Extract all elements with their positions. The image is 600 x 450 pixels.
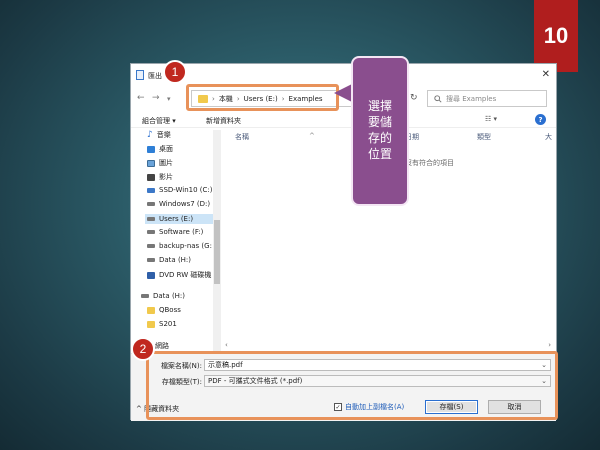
nav-item-data-h-2[interactable]: Data (H:) [141, 292, 185, 300]
desktop-icon [147, 145, 155, 153]
nav-item-data-h[interactable]: Data (H:) [147, 256, 191, 264]
app-icon [136, 70, 144, 80]
sort-indicator-icon: ^ [309, 132, 315, 140]
save-options-highlight-box [146, 351, 558, 420]
folder-icon [147, 306, 155, 314]
refresh-icon[interactable]: ↻ [410, 93, 418, 103]
drive-icon [141, 294, 149, 298]
scroll-right-icon[interactable]: › [548, 341, 551, 349]
drive-icon [147, 258, 155, 262]
search-input[interactable]: 搜尋 Examples [427, 90, 547, 107]
dvd-icon [147, 271, 155, 279]
horizontal-scrollbar[interactable]: ‹ › [223, 341, 553, 350]
instruction-bubble: 選擇要儲存的位置 [351, 56, 409, 206]
close-icon[interactable]: ✕ [542, 69, 550, 80]
slide-number: 10 [534, 0, 578, 72]
drive-icon [147, 217, 155, 221]
forward-arrow-icon[interactable]: → [152, 93, 160, 103]
recent-chevron-icon[interactable]: ▾ [167, 95, 171, 103]
nav-item-pictures[interactable]: 圖片 [147, 158, 173, 168]
nav-item-backup-nas-g[interactable]: backup-nas (G: [147, 242, 212, 250]
address-highlight-box [186, 84, 339, 111]
nav-item-s201[interactable]: S201 [147, 320, 177, 328]
bubble-tail [334, 84, 352, 102]
bubble-text: 選擇要儲存的位置 [367, 99, 392, 161]
nav-item-videos[interactable]: 影片 [147, 172, 173, 182]
empty-message: 沒有符合的項目 [405, 159, 454, 167]
nav-scrollbar[interactable] [213, 130, 221, 355]
pictures-icon [147, 159, 155, 167]
nav-item-qboss[interactable]: QBoss [147, 306, 181, 314]
step-badge-1: 1 [163, 60, 187, 84]
nav-item-desktop[interactable]: 桌面 [147, 144, 173, 154]
video-icon [147, 173, 155, 181]
dialog-title: 匯出 [148, 72, 162, 80]
scroll-left-icon[interactable]: ‹ [225, 341, 228, 349]
nav-item-windows7-d[interactable]: Windows7 (D:) [147, 200, 210, 208]
chevron-up-icon: ^ [136, 405, 142, 413]
network-drive-icon [147, 244, 155, 248]
drive-icon [147, 230, 155, 234]
nav-item-software-f[interactable]: Software (F:) [147, 228, 203, 236]
column-header-name[interactable]: 名稱 [235, 132, 249, 142]
search-placeholder: 搜尋 Examples [446, 94, 497, 103]
search-icon [434, 94, 442, 103]
navigation-pane: ♪ 音樂 桌面 圖片 影片 SSD-Win10 (C:) Windows7 (D:… [131, 130, 221, 353]
organize-menu[interactable]: 組合管理 ▾ [142, 116, 176, 126]
nav-item-ssd-c[interactable]: SSD-Win10 (C:) [147, 186, 213, 194]
step-badge-2: 2 [131, 337, 155, 361]
music-icon: ♪ [147, 130, 153, 140]
back-arrow-icon[interactable]: ← [137, 93, 145, 103]
drive-icon [147, 187, 155, 193]
new-folder-button[interactable]: 新增資料夾 [206, 116, 241, 126]
column-header-size[interactable]: 大 [545, 132, 552, 142]
view-options-icon[interactable]: ☷ ▾ [485, 115, 497, 123]
column-header-type[interactable]: 類型 [477, 132, 491, 142]
help-icon[interactable]: ? [535, 114, 546, 125]
folder-icon [147, 320, 155, 328]
nav-item-dvd[interactable]: DVD RW 磁碟機 [147, 270, 211, 280]
nav-item-music[interactable]: ♪ 音樂 [147, 130, 171, 140]
title-bar: 匯出 ✕ [131, 64, 556, 86]
scrollbar-thumb[interactable] [214, 220, 220, 284]
command-toolbar: 組合管理 ▾ 新增資料夾 ☷ ▾ ? [131, 112, 556, 128]
nav-item-users-e[interactable]: Users (E:) [145, 214, 213, 224]
drive-icon [147, 202, 155, 206]
